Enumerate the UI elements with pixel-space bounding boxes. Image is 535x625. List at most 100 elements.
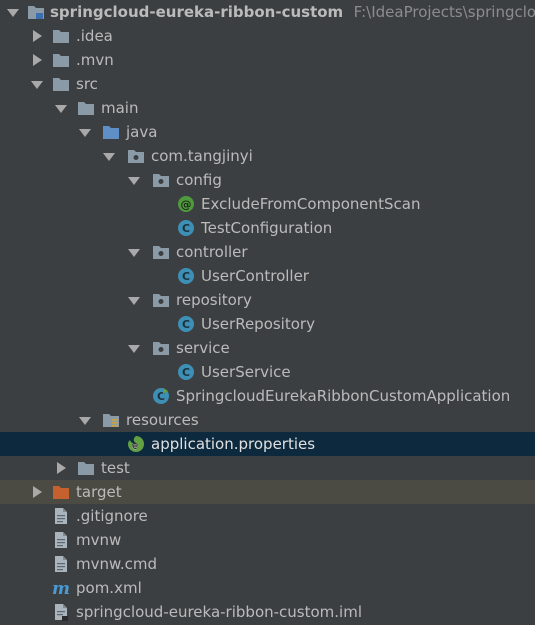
excluded-folder-icon (52, 483, 70, 501)
expand-arrow-icon[interactable] (54, 456, 68, 480)
class-icon: C (177, 219, 195, 237)
folder-label: resources (126, 411, 199, 429)
folder-label: .idea (76, 27, 113, 45)
tree-row-package[interactable]: com.tangjinyi (0, 144, 535, 168)
source-folder-icon (102, 123, 120, 141)
expand-arrow-icon[interactable] (127, 240, 141, 264)
class-icon: C (177, 315, 195, 333)
svg-text:@: @ (181, 198, 192, 211)
file-label: .gitignore (76, 507, 148, 525)
svg-text:C: C (182, 318, 190, 331)
folder-icon (52, 27, 70, 45)
expand-arrow-icon[interactable] (127, 168, 141, 192)
folder-label: .mvn (76, 51, 114, 69)
expand-arrow-icon[interactable] (102, 144, 116, 168)
project-tree: springcloud-eureka-ribbon-custom F:\Idea… (0, 0, 535, 625)
tree-row-root[interactable]: springcloud-eureka-ribbon-custom F:\Idea… (0, 0, 535, 24)
tree-row-user-repository[interactable]: C UserRepository (0, 312, 535, 336)
file-label: mvnw.cmd (76, 555, 158, 573)
expand-arrow-icon[interactable] (127, 288, 141, 312)
folder-label: target (76, 483, 122, 501)
package-label: com.tangjinyi (151, 147, 253, 165)
file-label: application.properties (151, 435, 316, 453)
tree-row-application-properties[interactable]: @ application.properties (0, 432, 535, 456)
tree-row-iml[interactable]: springcloud-eureka-ribbon-custom.iml (0, 600, 535, 624)
folder-icon (77, 459, 95, 477)
expand-arrow-icon[interactable] (30, 24, 44, 48)
text-file-icon (52, 531, 70, 549)
text-file-icon (52, 555, 70, 573)
tree-row-user-controller[interactable]: C UserController (0, 264, 535, 288)
class-label: UserRepository (201, 315, 315, 333)
maven-icon: m (52, 579, 70, 599)
folder-label: test (101, 459, 130, 477)
package-icon (127, 147, 145, 165)
tree-row-config[interactable]: config (0, 168, 535, 192)
package-icon (152, 339, 170, 357)
package-label: controller (176, 243, 248, 261)
package-icon (152, 243, 170, 261)
expand-arrow-icon[interactable] (78, 408, 92, 432)
class-label: TestConfiguration (201, 219, 333, 237)
tree-row-pom[interactable]: m pom.xml (0, 576, 535, 600)
module-file-icon (52, 603, 70, 621)
tree-row-test-configuration[interactable]: C TestConfiguration (0, 216, 535, 240)
folder-label: main (101, 99, 139, 117)
svg-text:C: C (182, 366, 190, 379)
tree-row-mvnw-cmd[interactable]: mvnw.cmd (0, 552, 535, 576)
annotation-icon: @ (177, 195, 195, 213)
expand-arrow-icon[interactable] (30, 480, 44, 504)
expand-arrow-icon[interactable] (78, 120, 92, 144)
tree-row-resources[interactable]: resources (0, 408, 535, 432)
folder-icon (77, 99, 95, 117)
folder-label: java (126, 123, 158, 141)
folder-icon (52, 75, 70, 93)
resources-folder-icon (102, 411, 120, 429)
class-label: UserController (201, 267, 309, 285)
tree-row-user-service[interactable]: C UserService (0, 360, 535, 384)
spring-boot-class-icon: C (152, 387, 170, 405)
text-file-icon (52, 507, 70, 525)
tree-row-idea[interactable]: .idea (0, 24, 535, 48)
package-label: repository (176, 291, 252, 309)
tree-row-src[interactable]: src (0, 72, 535, 96)
class-label: SpringcloudEurekaRibbonCustomApplication (176, 387, 511, 405)
tree-row-repository[interactable]: repository (0, 288, 535, 312)
tree-row-main[interactable]: main (0, 96, 535, 120)
project-root-label: springcloud-eureka-ribbon-custom F:\Idea… (50, 0, 535, 24)
tree-row-target[interactable]: target (0, 480, 535, 504)
package-icon (152, 291, 170, 309)
expand-arrow-icon[interactable] (127, 336, 141, 360)
class-icon: C (177, 363, 195, 381)
tree-row-java[interactable]: java (0, 120, 535, 144)
expand-arrow-icon[interactable] (30, 72, 44, 96)
file-label: pom.xml (76, 579, 142, 597)
package-label: service (176, 339, 230, 357)
svg-text:C: C (182, 270, 190, 283)
project-name: springcloud-eureka-ribbon-custom (50, 3, 344, 21)
tree-row-exclude-annotation[interactable]: @ ExcludeFromComponentScan (0, 192, 535, 216)
package-icon (152, 171, 170, 189)
project-path: F:\IdeaProjects\springcloud- (353, 3, 535, 21)
folder-icon (52, 51, 70, 69)
tree-row-application-class[interactable]: C SpringcloudEurekaRibbonCustomApplicati… (0, 384, 535, 408)
class-icon: C (177, 267, 195, 285)
expand-arrow-icon[interactable] (6, 0, 20, 24)
tree-row-test[interactable]: test (0, 456, 535, 480)
tree-row-service[interactable]: service (0, 336, 535, 360)
tree-row-mvnw[interactable]: mvnw (0, 528, 535, 552)
class-label: UserService (201, 363, 291, 381)
expand-arrow-icon[interactable] (54, 96, 68, 120)
svg-text:m: m (52, 579, 70, 597)
expand-arrow-icon[interactable] (30, 48, 44, 72)
svg-text:C: C (182, 222, 190, 235)
file-label: springcloud-eureka-ribbon-custom.iml (76, 603, 362, 621)
spring-properties-icon: @ (127, 435, 145, 453)
tree-row-controller[interactable]: controller (0, 240, 535, 264)
tree-row-mvn[interactable]: .mvn (0, 48, 535, 72)
svg-text:@: @ (132, 444, 138, 451)
tree-row-gitignore[interactable]: .gitignore (0, 504, 535, 528)
package-label: config (176, 171, 222, 189)
folder-label: src (76, 75, 98, 93)
class-label: ExcludeFromComponentScan (201, 195, 421, 213)
